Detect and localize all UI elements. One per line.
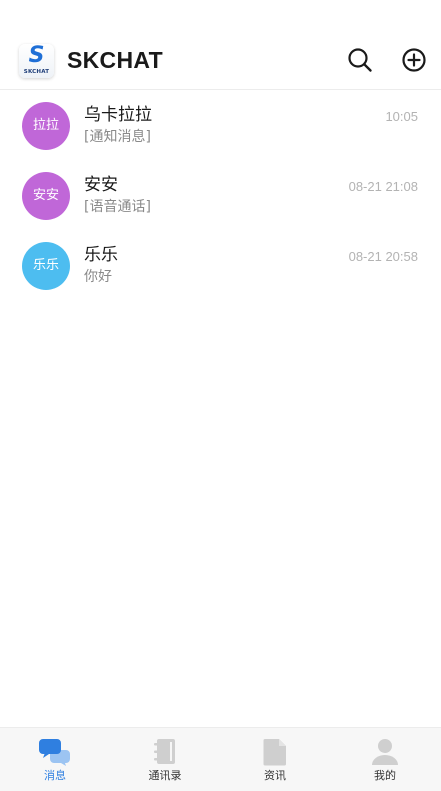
avatar: 拉拉 xyxy=(22,102,70,150)
avatar: 安安 xyxy=(22,172,70,220)
conversation-name: 乐乐 xyxy=(84,245,118,265)
conversation-name: 安安 xyxy=(84,175,118,195)
tab-news[interactable]: 资讯 xyxy=(220,728,330,791)
app-screen: S SKCHAT SKCHAT 拉拉 乌卡拉拉 [通知消息] 10:05 安安 … xyxy=(0,0,441,791)
app-title: SKCHAT xyxy=(67,47,163,73)
bottom-tab-bar: 消息 通讯录 资讯 我的 xyxy=(0,727,441,791)
tab-contacts[interactable]: 通讯录 xyxy=(110,728,220,791)
tab-label: 消息 xyxy=(44,769,66,782)
app-header: S SKCHAT SKCHAT xyxy=(0,30,441,90)
contacts-book-icon xyxy=(154,739,175,764)
logo-wordmark: SKCHAT xyxy=(23,69,50,75)
conversation-preview: [通知消息] xyxy=(84,129,151,145)
logo-letter: S xyxy=(28,44,45,68)
person-icon xyxy=(372,739,398,765)
conversation-item[interactable]: 乐乐 乐乐 你好 08-21 20:58 xyxy=(0,231,441,301)
tab-label: 通讯录 xyxy=(148,769,182,782)
conversation-name: 乌卡拉拉 xyxy=(84,105,152,125)
search-button[interactable] xyxy=(346,46,374,74)
plus-circle-icon xyxy=(402,48,426,72)
tab-label: 资讯 xyxy=(264,769,286,782)
conversation-time: 08-21 20:58 xyxy=(348,249,418,264)
conversation-item[interactable]: 安安 安安 [语音通话] 08-21 21:08 xyxy=(0,161,441,231)
conversation-time: 10:05 xyxy=(385,109,418,124)
app-logo: S SKCHAT xyxy=(19,44,54,78)
conversation-list: 拉拉 乌卡拉拉 [通知消息] 10:05 安安 安安 [语音通话] 08-21 … xyxy=(0,91,441,301)
avatar: 乐乐 xyxy=(22,242,70,290)
chat-bubbles-icon xyxy=(39,739,70,766)
tab-profile[interactable]: 我的 xyxy=(330,728,440,791)
add-button[interactable] xyxy=(400,46,428,74)
tab-messages[interactable]: 消息 xyxy=(0,728,110,791)
tab-label: 我的 xyxy=(374,769,396,782)
conversation-time: 08-21 21:08 xyxy=(348,179,418,194)
conversation-preview: [语音通话] xyxy=(84,199,151,215)
conversation-preview: 你好 xyxy=(84,269,112,285)
conversation-item[interactable]: 拉拉 乌卡拉拉 [通知消息] 10:05 xyxy=(0,91,441,161)
search-icon xyxy=(348,48,372,72)
document-icon xyxy=(263,739,286,766)
